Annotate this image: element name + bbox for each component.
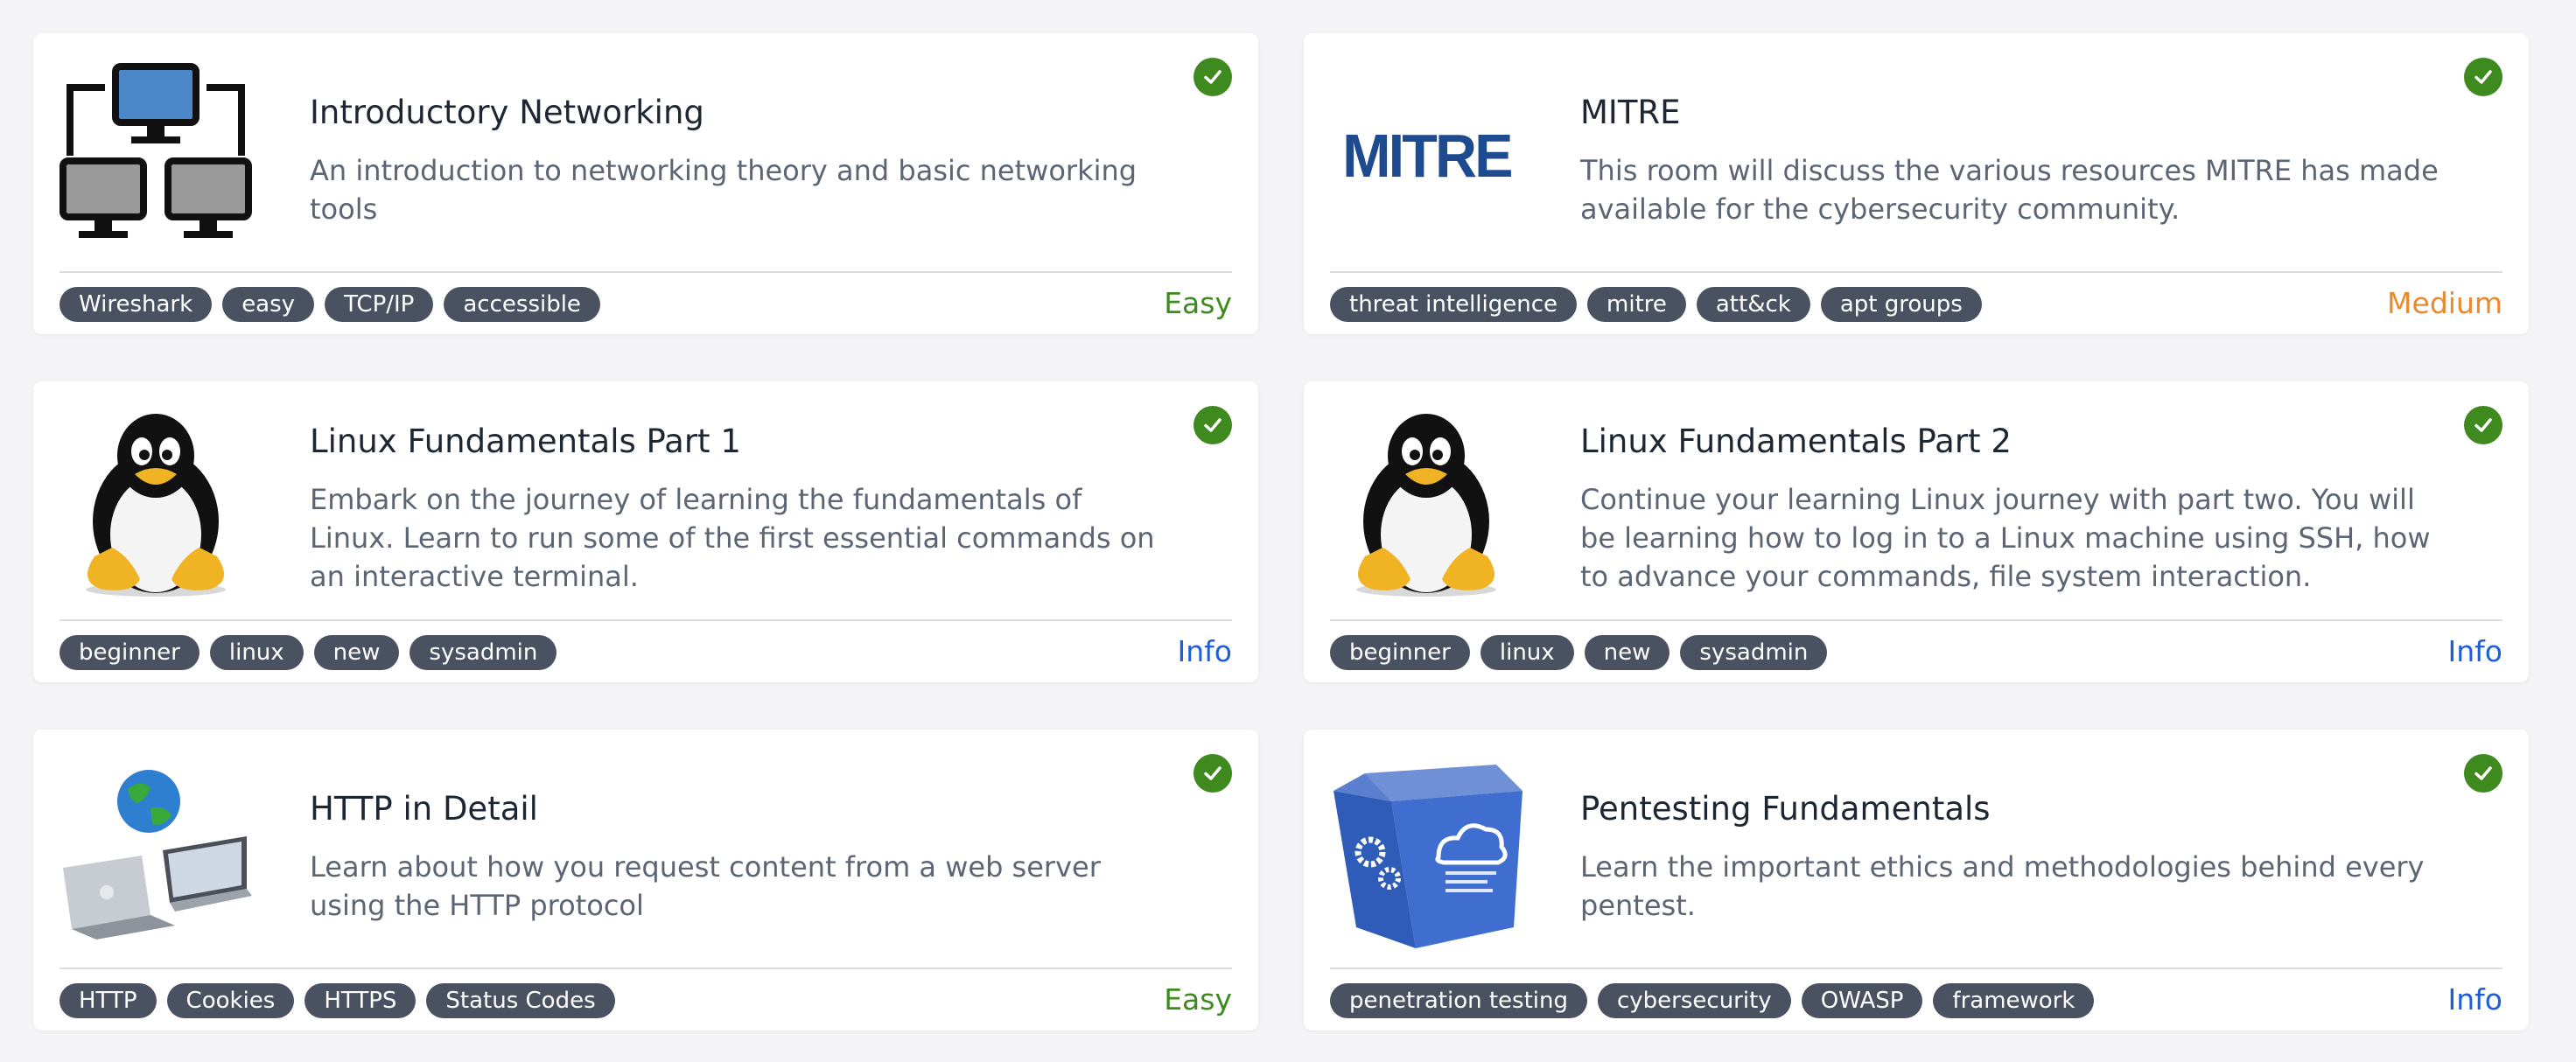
tag-list: beginner linux new sysadmin [1330,635,1828,670]
card-divider [1330,619,2502,621]
tag[interactable]: HTTPS [304,983,416,1018]
difficulty-label: Info [2447,982,2502,1017]
room-description: Continue your learning Linux journey wit… [1580,483,2431,594]
tag[interactable]: Cookies [166,983,295,1018]
tag[interactable]: apt groups [1820,287,1982,322]
completed-check-icon [2464,754,2502,793]
room-description: Learn about how you request content from… [310,850,1101,923]
difficulty-label: Easy [1164,286,1232,320]
room-card-linux-fundamentals-1[interactable]: Linux Fundamentals Part 1 Embark on the … [33,381,1258,682]
room-title[interactable]: Linux Fundamentals Part 2 [1580,423,2441,461]
room-card-pentesting-fundamentals[interactable]: Pentesting Fundamentals Learn the import… [1304,730,2529,1031]
difficulty-label: Medium [2387,286,2502,320]
room-card-introductory-networking[interactable]: Introductory Networking An introduction … [33,33,1258,334]
room-info: HTTP in Detail Learn about how you reque… [310,730,1171,985]
room-title[interactable]: HTTP in Detail [310,790,1171,828]
room-description: Learn the important ethics and methodolo… [1580,850,2425,923]
completed-check-icon [1194,406,1232,444]
room-card-mitre[interactable]: MITRE MITRE This room will discuss the v… [1304,33,2529,334]
tag[interactable]: beginner [60,635,200,670]
room-grid: Introductory Networking An introduction … [33,33,2529,1031]
mitre-logo: MITRE [1330,59,1522,252]
tag[interactable]: OWASP [1801,983,1923,1018]
tag-list: beginner linux new sysadmin [60,635,557,670]
difficulty-label: Info [1177,634,1232,668]
tag[interactable]: Wireshark [60,287,213,322]
tag[interactable]: HTTP [60,983,157,1018]
completed-check-icon [2464,58,2502,96]
room-description: This room will discuss the various resou… [1580,154,2439,227]
room-info: Linux Fundamentals Part 2 Continue your … [1580,381,2441,637]
linux-penguin-icon [1330,408,1522,600]
room-info: Introductory Networking An introduction … [310,33,1171,289]
tag[interactable]: threat intelligence [1330,287,1578,322]
tag[interactable]: mitre [1587,287,1686,322]
room-title[interactable]: Pentesting Fundamentals [1580,790,2441,828]
difficulty-label: Easy [1164,982,1232,1017]
room-description: Embark on the journey of learning the fu… [310,483,1155,594]
tag[interactable]: accessible [444,287,600,322]
card-divider [60,271,1232,273]
completed-check-icon [1194,58,1232,96]
room-description: An introduction to networking theory and… [310,154,1138,227]
card-divider [60,968,1232,969]
tag[interactable]: penetration testing [1330,983,1587,1018]
mitre-logo-text: MITRE [1341,122,1513,190]
tag[interactable]: linux [209,635,304,670]
tag[interactable]: easy [222,287,315,322]
laptops-globe-icon [60,756,252,948]
network-computers-icon [60,59,252,252]
tag-list: penetration testing cybersecurity OWASP … [1330,983,2095,1018]
tag[interactable]: cybersecurity [1598,983,1791,1018]
tag[interactable]: Status Codes [426,983,615,1018]
difficulty-label: Info [2447,634,2502,668]
card-divider [1330,968,2502,969]
card-divider [60,619,1232,621]
linux-penguin-icon [60,408,252,600]
cloud-cube-icon [1330,756,1522,948]
tag-list: HTTP Cookies HTTPS Status Codes [60,983,615,1018]
tag[interactable]: new [313,635,400,670]
room-info: Pentesting Fundamentals Learn the import… [1580,730,2441,985]
completed-check-icon [1194,754,1232,793]
tag[interactable]: sysadmin [1680,635,1828,670]
tag[interactable]: beginner [1330,635,1470,670]
room-info: MITRE This room will discuss the various… [1580,33,2441,289]
tag[interactable]: framework [1933,983,2095,1018]
tag[interactable]: sysadmin [410,635,557,670]
tag-list: threat intelligence mitre att&ck apt gro… [1330,287,1982,322]
tag[interactable]: TCP/IP [325,287,434,322]
room-card-linux-fundamentals-2[interactable]: Linux Fundamentals Part 2 Continue your … [1304,381,2529,682]
room-title[interactable]: MITRE [1580,94,2441,132]
tag[interactable]: linux [1480,635,1574,670]
completed-check-icon [2464,406,2502,444]
tag-list: Wireshark easy TCP/IP accessible [60,287,600,322]
room-info: Linux Fundamentals Part 1 Embark on the … [310,381,1171,637]
room-title[interactable]: Introductory Networking [310,94,1171,132]
room-card-http-in-detail[interactable]: HTTP in Detail Learn about how you reque… [33,730,1258,1031]
tag[interactable]: new [1584,635,1670,670]
room-title[interactable]: Linux Fundamentals Part 1 [310,423,1171,461]
card-divider [1330,271,2502,273]
tag[interactable]: att&ck [1696,287,1810,322]
